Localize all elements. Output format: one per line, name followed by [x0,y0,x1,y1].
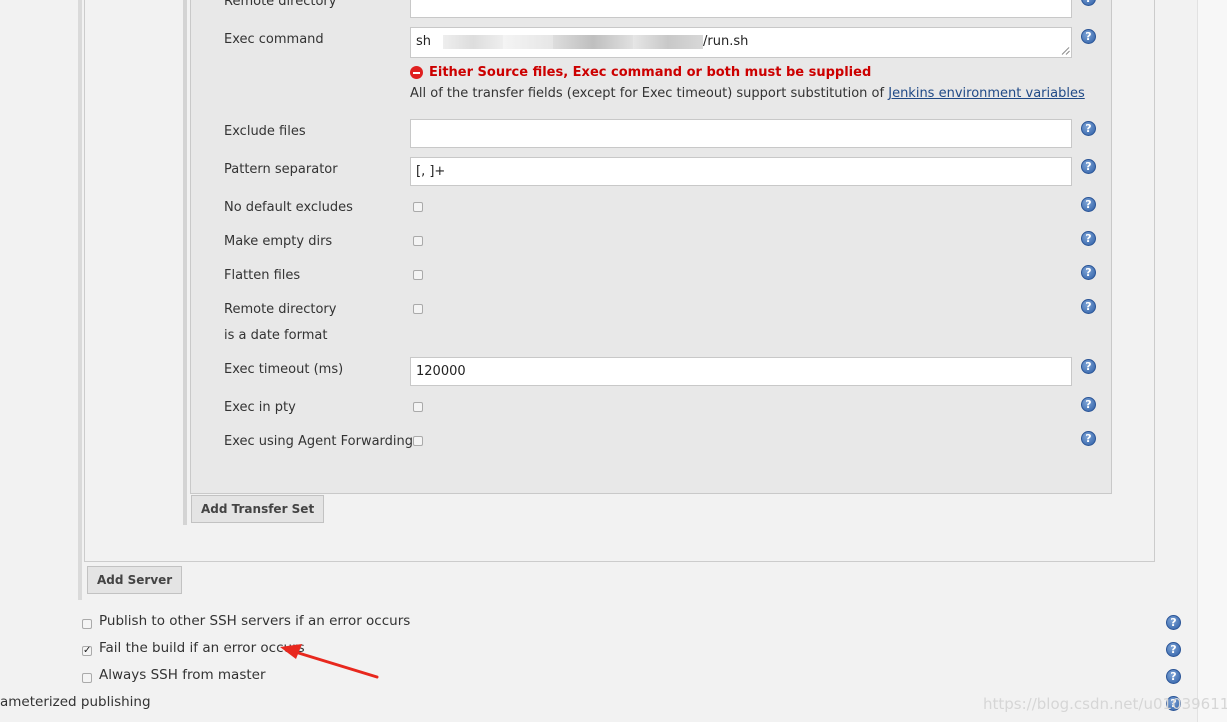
inner-panel-bar [183,0,187,525]
no-default-excludes-label: No default excludes [224,200,353,215]
textarea-resize-handle[interactable] [1062,47,1070,55]
error-icon [410,66,423,79]
help-icon[interactable]: ? [1081,265,1096,280]
help-icon[interactable]: ? [1081,397,1096,412]
remote-directory-input[interactable] [410,0,1072,18]
help-icon[interactable]: ? [1081,299,1096,314]
substitution-info: All of the transfer fields (except for E… [410,86,1085,101]
exec-command-textarea[interactable]: sh/run.sh [410,27,1072,58]
pattern-separator-input[interactable]: [, ]+ [410,157,1072,186]
annotation-arrow-icon [280,644,379,679]
parameterized-publishing-label: ameterized publishing [0,694,151,710]
exec-agent-forwarding-label: Exec using Agent Forwarding [224,434,414,449]
exec-timeout-input[interactable]: 120000 [410,357,1072,386]
exec-in-pty-label: Exec in pty [224,400,296,415]
help-icon[interactable]: ? [1166,669,1181,684]
page-scroll-track[interactable] [1197,0,1227,722]
help-icon[interactable]: ? [1166,615,1181,630]
fail-build-checkbox[interactable] [82,644,92,658]
remote-dir-date-checkbox[interactable] [413,304,423,314]
redacted-path [443,34,504,49]
always-ssh-checkbox[interactable] [82,673,92,683]
add-server-button[interactable]: Add Server [87,566,183,594]
jenkins-env-vars-link[interactable]: Jenkins environment variables [888,86,1085,101]
help-icon[interactable]: ? [1081,197,1096,212]
remote-directory-label: Remote directory [224,0,337,9]
help-icon[interactable]: ? [1081,431,1096,446]
always-ssh-label: Always SSH from master [99,667,266,683]
help-icon[interactable]: ? [1166,642,1181,657]
make-empty-dirs-label: Make empty dirs [224,234,333,249]
exec-timeout-label: Exec timeout (ms) [224,362,344,377]
help-icon[interactable]: ? [1081,29,1096,44]
publish-other-checkbox[interactable] [82,619,92,629]
exec-command-prefix: sh [416,34,432,49]
outer-panel-bar [78,0,82,600]
pattern-separator-label: Pattern separator [224,162,338,177]
exclude-files-input[interactable] [410,119,1072,148]
watermark: https://blog.csdn.net/u010396119 [983,695,1227,713]
help-icon[interactable]: ? [1081,359,1096,374]
help-icon[interactable]: ? [1081,159,1096,174]
flatten-files-checkbox[interactable] [413,270,423,280]
help-icon[interactable]: ? [1081,231,1096,246]
remote-dir-date-label-line1: Remote directory [224,302,337,317]
flatten-files-label: Flatten files [224,268,301,283]
help-icon[interactable]: ? [1081,121,1096,136]
exec-command-label: Exec command [224,32,324,47]
exclude-files-label: Exclude files [224,124,306,139]
make-empty-dirs-checkbox[interactable] [413,236,423,246]
publish-other-label: Publish to other SSH servers if an error… [99,613,411,629]
exec-command-suffix: /run.sh [703,34,749,49]
validation-error: Either Source files, Exec command or bot… [429,65,872,80]
add-transfer-set-button[interactable]: Add Transfer Set [191,495,325,523]
remote-dir-date-label-line2: is a date format [224,328,328,343]
no-default-excludes-checkbox[interactable] [413,202,423,212]
exec-agent-forwarding-checkbox[interactable] [413,436,423,446]
exec-in-pty-checkbox[interactable] [413,402,423,412]
